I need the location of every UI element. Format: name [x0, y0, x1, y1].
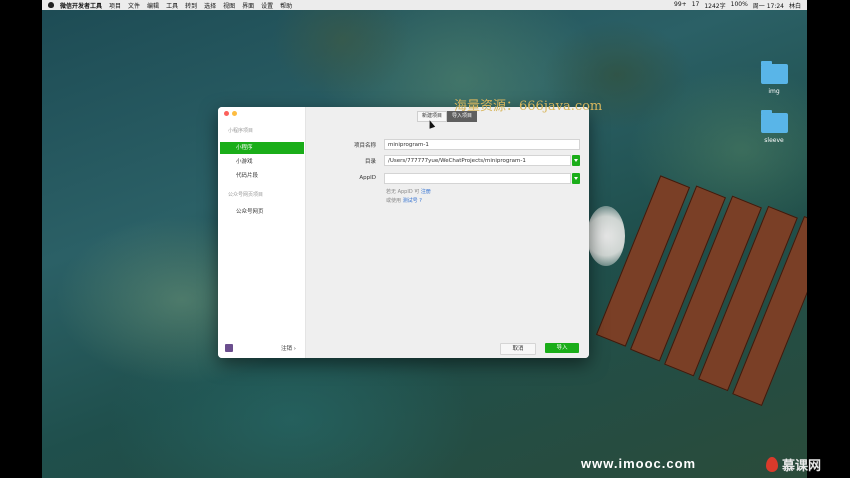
menu-item-edit[interactable]: 编辑	[147, 1, 159, 10]
desktop: 微信开发者工具 项目 文件 编辑 工具 转到 选择 视图 界面 设置 帮助 99…	[42, 0, 807, 478]
site-url: www.imooc.com	[581, 456, 697, 471]
minimize-button[interactable]	[232, 111, 237, 116]
menu-item-view[interactable]: 视图	[223, 1, 235, 10]
menu-item-select[interactable]: 选择	[204, 1, 216, 10]
section-title-miniprogram: 小程序项目	[228, 128, 254, 134]
menu-app-name[interactable]: 微信开发者工具	[60, 1, 102, 10]
wechat-count[interactable]: 17	[692, 1, 700, 10]
light-reflection	[587, 206, 625, 266]
desktop-icon-label: img	[768, 88, 780, 95]
new-project-window: 小程序项目 小程序 小游戏 代码片段 公众号网页项目 公众号网页 注销 › 新建…	[218, 107, 589, 358]
cancel-button[interactable]: 取消	[500, 343, 536, 355]
menu-item-help[interactable]: 帮助	[280, 1, 292, 10]
main-panel: 新建项目 导入项目 项目名称 miniprogram-1 目录 /Users/7…	[306, 107, 589, 358]
tree-root-decoration	[272, 0, 412, 100]
test-account-link[interactable]: 测试号	[403, 198, 418, 204]
avatar[interactable]	[225, 344, 233, 352]
word-count[interactable]: 1242字	[704, 1, 725, 10]
battery-level[interactable]: 100%	[731, 1, 748, 10]
section-title-official: 公众号网页项目	[228, 192, 264, 198]
sidebar-item-code-snippet[interactable]: 代码片段	[220, 170, 304, 182]
menu-item-goto[interactable]: 转到	[185, 1, 197, 10]
help-icon[interactable]: ?	[419, 198, 422, 204]
sidebar-item-minigame[interactable]: 小游戏	[220, 156, 304, 168]
user-name[interactable]: 林白	[789, 1, 801, 10]
project-name-label: 项目名称	[353, 143, 376, 149]
directory-label: 目录	[364, 159, 376, 165]
clock[interactable]: 周一 17:24	[753, 1, 784, 10]
sidebar-item-miniprogram[interactable]: 小程序	[220, 142, 304, 154]
brand-name: 慕课网	[782, 459, 822, 474]
desktop-icon-sleeve[interactable]: sleeve	[754, 110, 794, 144]
desktop-icon-img[interactable]: img	[754, 61, 794, 95]
desktop-icon-label: sleeve	[764, 137, 784, 144]
menu-item-file[interactable]: 文件	[128, 1, 140, 10]
window-controls	[224, 111, 237, 116]
register-link[interactable]: 注册	[421, 189, 431, 195]
menu-item-settings[interactable]: 设置	[261, 1, 273, 10]
sidebar: 小程序项目 小程序 小游戏 代码片段 公众号网页项目 公众号网页 注销 ›	[218, 107, 306, 358]
logout-button[interactable]: 注销 ›	[281, 344, 296, 352]
brand-logo: 慕课网	[766, 455, 821, 474]
apple-icon[interactable]	[48, 2, 54, 8]
appid-label: AppID	[359, 175, 376, 181]
menu-item-tools[interactable]: 工具	[166, 1, 178, 10]
project-name-input[interactable]: miniprogram-1	[384, 139, 580, 150]
directory-dropdown-button[interactable]	[572, 155, 580, 166]
import-button[interactable]: 导入	[545, 343, 579, 353]
appid-input[interactable]	[384, 173, 571, 184]
hint-text: 若无 AppID 可	[386, 189, 420, 195]
test-account-hint: 或使用 测试号 ?	[386, 197, 422, 204]
menu-bar: 微信开发者工具 项目 文件 编辑 工具 转到 选择 视图 界面 设置 帮助 99…	[42, 0, 807, 10]
folder-icon	[760, 110, 788, 133]
directory-input[interactable]: /Users/777777yue/WeChatProjects/miniprog…	[384, 155, 571, 166]
sidebar-item-official-web[interactable]: 公众号网页	[220, 206, 304, 218]
appid-register-hint: 若无 AppID 可 注册	[386, 188, 431, 195]
flame-icon	[766, 457, 778, 472]
status-area: 99+ 17 1242字 100% 周一 17:24 林白	[674, 1, 807, 10]
folder-icon	[760, 61, 788, 84]
notification-count[interactable]: 99+	[674, 1, 687, 10]
menu-item-project[interactable]: 项目	[109, 1, 121, 10]
watermark-text: 海量资源：666java.com	[454, 99, 603, 114]
close-button[interactable]	[224, 111, 229, 116]
menu-item-interface[interactable]: 界面	[242, 1, 254, 10]
appid-dropdown-button[interactable]	[572, 173, 580, 184]
hint-text: 或使用	[386, 198, 402, 204]
